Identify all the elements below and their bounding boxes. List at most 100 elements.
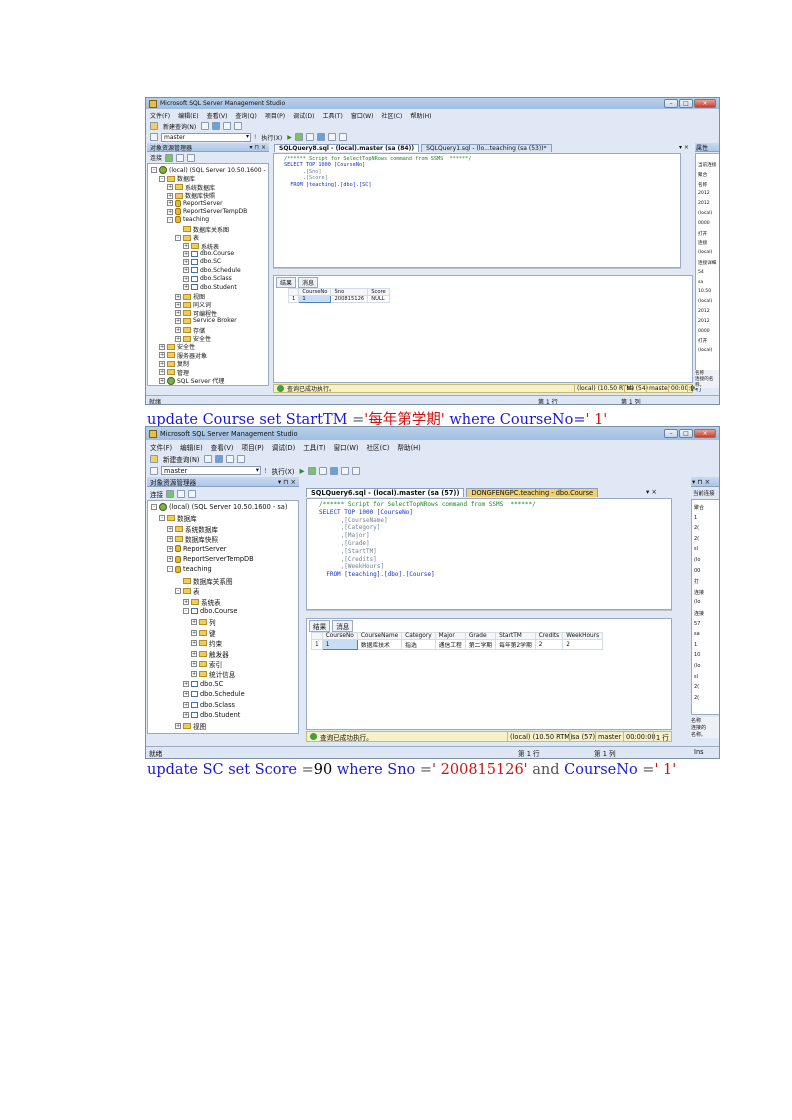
object-explorer-icon[interactable] [150, 466, 158, 475]
new-query-button[interactable]: 新建查询(N) [161, 122, 198, 131]
expand-icon[interactable]: + [159, 343, 165, 350]
indent-icon[interactable] [351, 466, 360, 475]
refresh-icon[interactable] [176, 153, 185, 162]
grid-cell[interactable]: 数据库技术 [356, 639, 403, 650]
execute-button[interactable]: 执行(X) [259, 133, 284, 142]
results-tab[interactable]: 结果 [276, 277, 297, 288]
expand-icon[interactable]: + [167, 184, 173, 191]
table-row[interactable]: 1 1 数据库技术 指选 通信工程 第二学期 每年第2学期 2 2 [311, 639, 604, 650]
activity-monitor-icon[interactable] [237, 454, 246, 463]
database-select[interactable]: master [161, 466, 261, 475]
menu-item[interactable]: 编辑(E) [178, 111, 198, 120]
menu-item[interactable]: 项目(P) [265, 111, 285, 120]
tree-node[interactable]: + 数据库快照 [167, 534, 218, 544]
save-all-icon[interactable] [223, 122, 232, 130]
expand-icon[interactable]: + [183, 258, 189, 265]
expand-icon[interactable]: + [167, 556, 173, 562]
menu-item[interactable]: 帮助(H) [410, 111, 431, 120]
filter-icon[interactable] [188, 489, 197, 498]
parse-icon[interactable] [294, 133, 303, 141]
collapse-icon[interactable]: - [159, 175, 165, 182]
expand-icon[interactable]: + [167, 192, 173, 199]
save-all-icon[interactable] [226, 454, 235, 463]
expand-icon[interactable]: + [167, 200, 173, 207]
grid-column-header[interactable]: StartTM [495, 632, 536, 640]
pin-icon[interactable]: ▾ ⊓ × [278, 478, 296, 486]
grid-column-header[interactable]: Score [367, 288, 390, 296]
editor-hscroll[interactable] [273, 268, 681, 274]
tree-node[interactable]: + dbo.Sclass [183, 275, 232, 282]
results-tab[interactable]: 结果 [309, 620, 331, 632]
menu-item[interactable]: 社区(C) [381, 111, 402, 120]
tree-node[interactable]: + dbo.Student [183, 711, 240, 719]
pin-icon[interactable]: ▾ ⊓ × [692, 478, 710, 486]
collapse-icon[interactable]: - [167, 566, 173, 573]
menu-item[interactable]: 调试(D) [293, 111, 314, 120]
grid-column-header[interactable]: WeekHours [562, 632, 604, 640]
expand-icon[interactable]: + [167, 208, 173, 215]
connect-button[interactable]: 连接 [150, 489, 163, 499]
expand-icon[interactable]: + [183, 250, 189, 257]
pin-icon[interactable]: ▾ ⊓ × [249, 144, 266, 151]
grid-column-header[interactable]: Grade [464, 632, 497, 640]
row-number[interactable]: 1 [287, 295, 300, 303]
expand-icon[interactable]: + [175, 723, 181, 730]
tree-node[interactable]: + dbo.SC [183, 680, 223, 688]
close-button[interactable]: × [694, 99, 716, 108]
grid-cell[interactable]: NULL [367, 295, 390, 303]
connect-icon[interactable] [166, 489, 175, 498]
collapse-icon[interactable]: - [183, 608, 189, 614]
menu-item[interactable]: 文件(F) [150, 111, 170, 120]
expand-icon[interactable]: + [183, 598, 189, 605]
collapse-icon[interactable]: - [175, 588, 181, 595]
grid-column-header[interactable]: Major [434, 632, 466, 640]
tree-node[interactable]: + 系统数据库 [167, 524, 218, 534]
grid-cell[interactable]: 第二学期 [464, 639, 497, 650]
expand-icon[interactable]: + [167, 536, 173, 543]
grid-cell[interactable]: 1 [321, 639, 358, 650]
collapse-icon[interactable]: - [167, 216, 173, 223]
results-text-icon[interactable] [329, 466, 338, 475]
tree-node[interactable]: + dbo.SC [183, 258, 221, 265]
tab-course-table[interactable]: DONGFENGPC.teaching - dbo.Course [466, 488, 599, 497]
menu-item[interactable]: 文件(F) [150, 442, 172, 452]
grid-cell[interactable]: 每年第2学期 [495, 639, 536, 650]
tree-node[interactable]: + 统计信息 [191, 669, 235, 679]
grid-column-header[interactable]: Credits [534, 632, 564, 640]
expand-icon[interactable]: + [183, 275, 189, 282]
grid-cell[interactable]: 指选 [401, 639, 436, 650]
tree-node[interactable]: + dbo.Schedule [183, 690, 245, 698]
parse-icon[interactable] [307, 466, 316, 475]
maximize-button[interactable]: □ [679, 99, 693, 108]
messages-tab[interactable]: 消息 [332, 620, 354, 632]
comment-icon[interactable] [340, 466, 349, 475]
open-icon[interactable] [204, 454, 213, 463]
comment-icon[interactable] [327, 133, 336, 141]
grid-column-header[interactable]: Category [401, 632, 436, 640]
expand-icon[interactable]: + [183, 680, 189, 687]
editor-hscroll[interactable] [306, 610, 672, 616]
connect-icon[interactable] [165, 153, 174, 162]
tree-node[interactable]: - dbo.Course [183, 607, 237, 615]
collapse-icon[interactable]: - [175, 234, 181, 241]
expand-icon[interactable]: + [183, 691, 189, 698]
activity-monitor-icon[interactable] [234, 122, 243, 130]
tree-node[interactable]: - 数据库 [159, 513, 197, 523]
grid-column-header[interactable]: CourseName [356, 632, 403, 640]
expand-icon[interactable]: + [191, 629, 197, 636]
tree-node[interactable]: 数据库关系图 [175, 576, 233, 586]
expand-icon[interactable]: + [183, 701, 189, 708]
grid-column-header[interactable]: Sno [330, 288, 369, 296]
expand-icon[interactable]: + [159, 369, 165, 376]
expand-icon[interactable]: + [183, 284, 189, 291]
expand-icon[interactable]: + [175, 317, 181, 324]
refresh-icon[interactable] [177, 489, 186, 498]
tree-node[interactable]: + 列 [191, 617, 216, 627]
tree-node[interactable]: + dbo.Schedule [183, 267, 241, 274]
debug-icon[interactable]: ▶ [300, 467, 305, 475]
tree-node[interactable]: + 约束 [191, 638, 222, 648]
tree-node[interactable]: + ReportServer [167, 199, 223, 207]
tab-query8[interactable]: SQLQuery8.sql - (local).master (sa (84)) [274, 144, 420, 152]
menu-item[interactable]: 查看(V) [207, 111, 228, 120]
save-icon[interactable] [215, 454, 224, 463]
